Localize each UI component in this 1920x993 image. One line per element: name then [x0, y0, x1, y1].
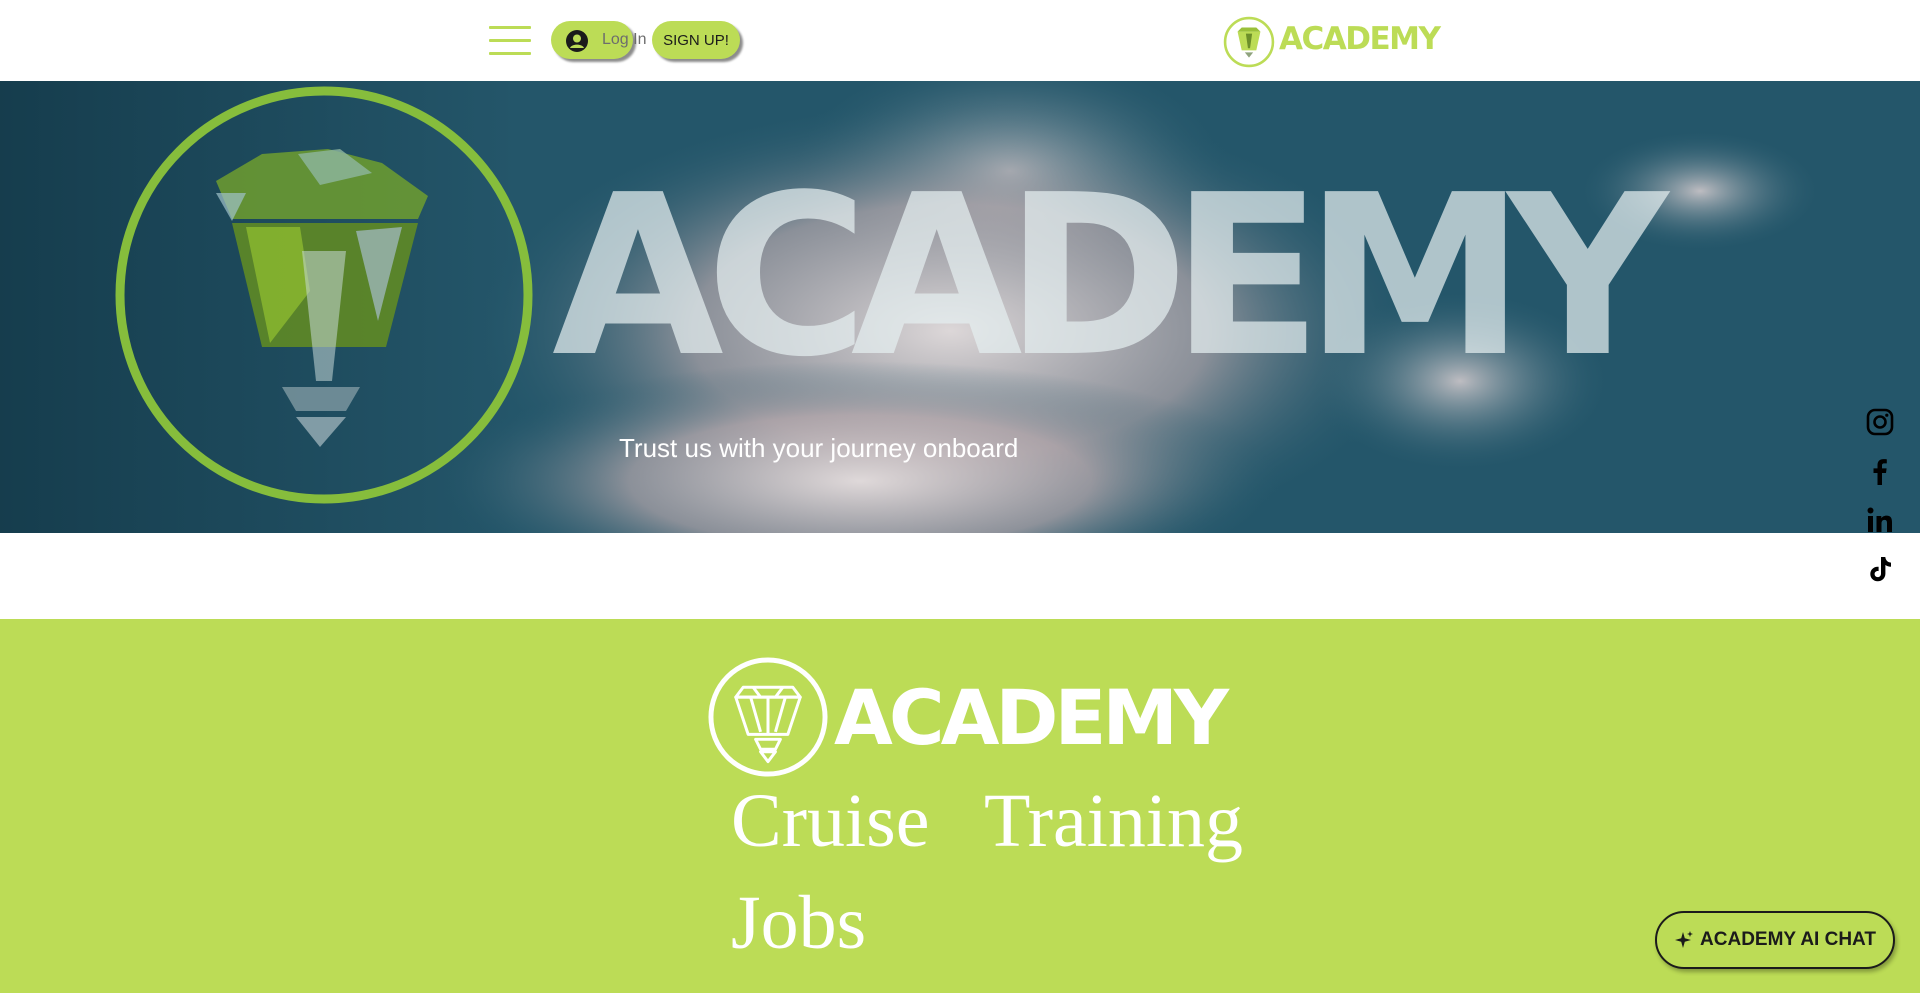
site-header: Log In SIGN UP! ACADEMY — [0, 0, 1920, 81]
login-button[interactable]: Log In — [551, 21, 646, 59]
footer-link-jobs[interactable]: Jobs — [731, 885, 866, 961]
ai-chat-label: ACADEMY AI CHAT — [1700, 929, 1876, 950]
footer-logo[interactable]: ACADEMY — [706, 655, 1229, 779]
signup-button[interactable]: SIGN UP! — [652, 21, 740, 59]
instagram-icon[interactable] — [1866, 408, 1894, 436]
hero-wordmark: ACADEMY — [552, 148, 1668, 406]
hamburger-icon[interactable] — [489, 26, 531, 56]
hero-banner: ACADEMY Trust us with your journey onboa… — [0, 81, 1920, 533]
linkedin-icon[interactable] — [1866, 506, 1894, 534]
academy-crest-logo — [1223, 16, 1275, 68]
footer-logo-text: ACADEMY — [834, 673, 1229, 762]
sparkle-icon — [1675, 931, 1694, 948]
ai-chat-button[interactable]: ACADEMY AI CHAT — [1655, 911, 1895, 969]
academy-crest-logo — [708, 657, 828, 777]
footer-link-cruise[interactable]: Cruise — [731, 783, 929, 859]
hero-tagline: Trust us with your journey onboard — [619, 433, 1019, 463]
login-label: Log In — [602, 31, 647, 48]
facebook-icon[interactable] — [1866, 457, 1894, 485]
footer-link-training[interactable]: Training — [984, 783, 1243, 859]
header-logo-text: ACADEMY — [1279, 21, 1441, 57]
user-avatar-icon — [566, 30, 588, 52]
site-footer: ACADEMY Cruise Training Jobs — [0, 619, 1920, 993]
tiktok-icon[interactable] — [1866, 555, 1894, 583]
header-logo[interactable]: ACADEMY — [1223, 15, 1441, 69]
